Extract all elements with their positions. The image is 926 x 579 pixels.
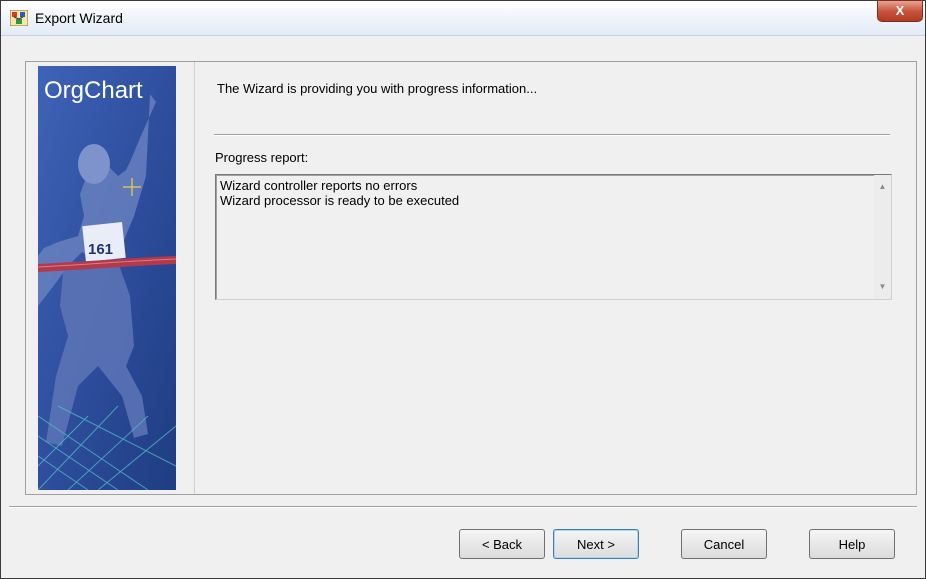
- bib-number: 161: [88, 241, 113, 258]
- close-button[interactable]: X: [877, 0, 923, 22]
- title-bar[interactable]: Export Wizard X: [1, 0, 925, 36]
- log-line: Wizard processor is ready to be executed: [220, 193, 460, 208]
- cancel-button[interactable]: Cancel: [681, 529, 767, 559]
- progress-report-label: Progress report:: [215, 150, 309, 165]
- log-scrollbar[interactable]: ▲ ▼: [874, 175, 891, 299]
- export-wizard-window: Export Wizard X 161 OrgChart The Wizard …: [0, 0, 926, 579]
- wizard-content-frame: 161 OrgChart The Wizard is providing you…: [25, 61, 917, 495]
- progress-report-box[interactable]: Wizard controller reports no errors Wiza…: [215, 174, 892, 300]
- scroll-down-arrow-icon[interactable]: ▼: [874, 279, 891, 295]
- vertical-divider: [194, 62, 195, 494]
- footer-divider: [9, 506, 917, 507]
- back-button[interactable]: < Back: [459, 529, 545, 559]
- orgchart-banner-image: 161 OrgChart: [38, 66, 176, 490]
- next-button[interactable]: Next >: [553, 529, 639, 559]
- wizard-step-description: The Wizard is providing you with progres…: [217, 81, 538, 96]
- orgchart-brand-text: OrgChart: [44, 77, 143, 104]
- close-icon: X: [895, 3, 905, 18]
- log-line: Wizard controller reports no errors: [220, 178, 418, 193]
- scroll-up-arrow-icon[interactable]: ▲: [874, 179, 891, 195]
- help-button[interactable]: Help: [809, 529, 895, 559]
- window-title: Export Wizard: [35, 10, 123, 26]
- orgchart-app-icon: [10, 10, 28, 26]
- header-divider: [214, 134, 890, 135]
- progress-log: Wizard controller reports no errors Wiza…: [220, 178, 459, 208]
